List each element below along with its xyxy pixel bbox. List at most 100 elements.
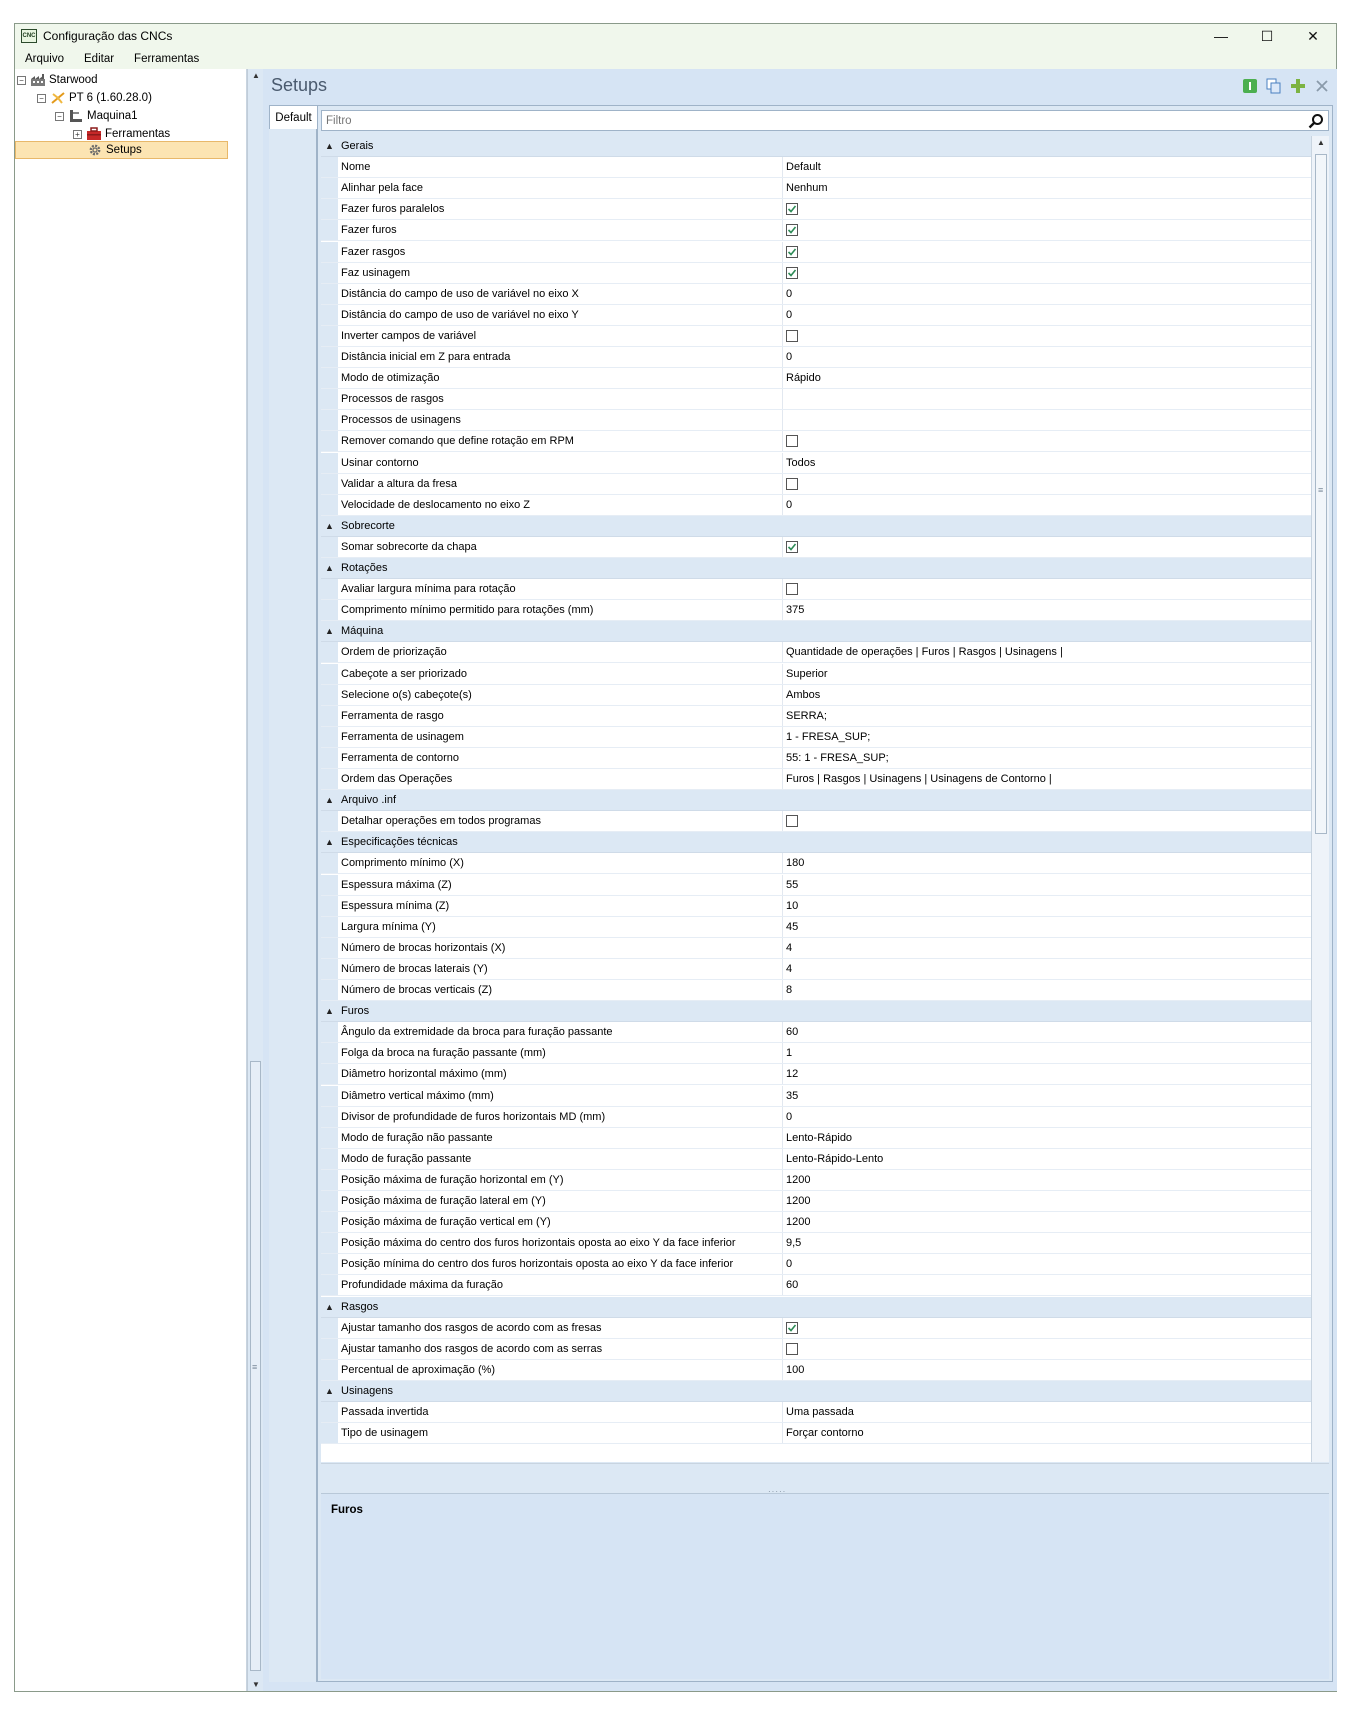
property-value[interactable]: 1 <box>783 1043 1311 1063</box>
category-header[interactable]: ▲ Furos <box>321 1001 1311 1023</box>
property-row[interactable]: Ângulo da extremidade da broca para fura… <box>321 1022 1311 1044</box>
property-row[interactable]: Diâmetro vertical máximo (mm) 35 <box>321 1085 1311 1107</box>
property-row[interactable]: Distância do campo de uso de variável no… <box>321 283 1311 305</box>
property-row[interactable]: Folga da broca na furação passante (mm) 1 <box>321 1043 1311 1065</box>
property-value[interactable]: 10 <box>783 896 1311 916</box>
tree-item-pt6[interactable]: − PT 6 (1.60.28.0) <box>37 89 152 107</box>
property-row[interactable]: Ordem das Operações Furos | Rasgos | Usin… <box>321 769 1311 790</box>
property-value[interactable]: Default <box>783 157 1311 177</box>
property-row[interactable]: Número de brocas laterais (Y) 4 <box>321 958 1311 980</box>
property-value[interactable]: 9,5 <box>783 1233 1311 1253</box>
collapse-caret-icon[interactable]: ▲ <box>321 1006 338 1016</box>
property-value[interactable]: SERRA; <box>783 706 1311 726</box>
checkbox-checked-icon[interactable] <box>786 540 798 553</box>
category-header[interactable]: ▲ Arquivo .inf <box>321 790 1311 812</box>
property-value-checkbox[interactable] <box>783 1339 1311 1359</box>
property-value[interactable]: 0 <box>783 1254 1311 1274</box>
property-row[interactable]: Cabeçote a ser priorizado Superior <box>321 663 1311 685</box>
property-row[interactable]: Ferramenta de rasgo SERRA; <box>321 705 1311 727</box>
property-row[interactable]: Fazer furos paralelos <box>321 199 1311 221</box>
collapse-caret-icon[interactable]: ▲ <box>321 521 338 531</box>
menu-ferramentas[interactable]: Ferramentas <box>124 53 209 65</box>
property-value[interactable]: 4 <box>783 959 1311 979</box>
tree-item-setups[interactable]: Setups <box>15 141 228 159</box>
property-value[interactable]: 0 <box>783 495 1311 515</box>
property-row[interactable]: Posição máxima de furação horizontal em … <box>321 1169 1311 1191</box>
property-value-checkbox[interactable] <box>783 579 1311 599</box>
property-row[interactable]: Número de brocas verticais (Z) 8 <box>321 980 1311 1001</box>
property-row[interactable]: Espessura mínima (Z) 10 <box>321 895 1311 917</box>
property-row[interactable]: Faz usinagem <box>321 262 1311 284</box>
property-row[interactable]: Processos de rasgos <box>321 389 1311 411</box>
property-row[interactable]: Posição mínima do centro dos furos horiz… <box>321 1254 1311 1276</box>
tree-scrollbar[interactable]: ▲ ≡ ▼ <box>247 69 263 1691</box>
filter-input[interactable] <box>322 114 1302 127</box>
checkbox-checked-icon[interactable] <box>786 245 798 258</box>
property-value[interactable]: 1200 <box>783 1191 1311 1211</box>
checkbox-unchecked-icon[interactable] <box>786 815 798 828</box>
scroll-up-icon[interactable]: ▲ <box>1317 138 1325 147</box>
property-value[interactable]: 0 <box>783 284 1311 304</box>
property-row[interactable]: Validar a altura da fresa <box>321 473 1311 495</box>
property-row[interactable]: Processos de usinagens <box>321 410 1311 432</box>
search-icon[interactable] <box>1308 113 1324 129</box>
property-value-checkbox[interactable] <box>783 474 1311 494</box>
checkbox-unchecked-icon[interactable] <box>786 583 798 596</box>
property-value[interactable]: 55: 1 - FRESA_SUP; <box>783 748 1311 768</box>
property-value-checkbox[interactable] <box>783 263 1311 283</box>
property-value[interactable]: Ambos <box>783 685 1311 705</box>
property-row[interactable]: Passada invertida Uma passada <box>321 1402 1311 1423</box>
property-row[interactable]: Percentual de aproximação (%) 100 <box>321 1359 1311 1381</box>
property-row[interactable]: Ordem de priorização Quantidade de operaç… <box>321 642 1311 664</box>
property-row[interactable]: Distância do campo de uso de variável no… <box>321 304 1311 326</box>
property-value[interactable]: 375 <box>783 600 1311 620</box>
collapse-caret-icon[interactable]: ▲ <box>321 626 338 636</box>
expand-icon[interactable]: + <box>73 129 82 139</box>
category-header[interactable]: ▲ Sobrecorte <box>321 515 1311 537</box>
add-icon[interactable] <box>1289 77 1307 95</box>
collapse-icon[interactable]: − <box>55 111 64 121</box>
property-value[interactable] <box>783 410 1311 430</box>
property-value[interactable]: 8 <box>783 980 1311 1000</box>
property-row[interactable]: Posição máxima de furação lateral em (Y)… <box>321 1191 1311 1212</box>
checkbox-checked-icon[interactable] <box>786 266 798 279</box>
property-value-checkbox[interactable] <box>783 1318 1311 1338</box>
property-value[interactable]: Nenhum <box>783 178 1311 198</box>
property-row[interactable]: Detalhar operações em todos programas <box>321 811 1311 833</box>
property-value[interactable]: 4 <box>783 938 1311 958</box>
property-value[interactable]: 100 <box>783 1360 1311 1380</box>
property-value[interactable]: 0 <box>783 347 1311 367</box>
property-value[interactable]: Todos <box>783 453 1311 473</box>
property-value[interactable]: Superior <box>783 664 1311 684</box>
checkbox-checked-icon[interactable] <box>786 203 798 216</box>
property-value-checkbox[interactable] <box>783 220 1311 240</box>
checkbox-checked-icon[interactable] <box>786 1321 798 1334</box>
property-row[interactable]: Usinar contorno Todos <box>321 452 1311 474</box>
collapse-caret-icon[interactable]: ▲ <box>321 141 338 151</box>
property-row[interactable]: Tipo de usinagem Forçar contorno <box>321 1423 1311 1445</box>
property-row[interactable]: Somar sobrecorte da chapa <box>321 536 1311 558</box>
property-row[interactable]: Avaliar largura mínima para rotação <box>321 579 1311 601</box>
property-value[interactable]: 12 <box>783 1064 1311 1084</box>
maximize-button[interactable]: ☐ <box>1244 24 1290 48</box>
property-row[interactable]: Divisor de profundidade de furos horizon… <box>321 1106 1311 1128</box>
property-value[interactable]: 180 <box>783 853 1311 873</box>
property-row[interactable]: Velocidade de deslocamento no eixo Z0 <box>321 494 1311 516</box>
property-row[interactable]: Ajustar tamanho dos rasgos de acordo com… <box>321 1338 1311 1360</box>
property-value-checkbox[interactable] <box>783 431 1311 451</box>
property-row[interactable]: Inverter campos de variável <box>321 325 1311 347</box>
property-value[interactable]: Rápido <box>783 368 1311 388</box>
property-row[interactable]: Alinhar pela face Nenhum <box>321 178 1311 200</box>
property-value[interactable]: 35 <box>783 1086 1311 1106</box>
property-row[interactable]: Ferramenta de contorno 55: 1 - FRESA_SUP; <box>321 747 1311 769</box>
property-value[interactable]: 60 <box>783 1275 1311 1295</box>
delete-icon[interactable] <box>1313 77 1331 95</box>
category-header[interactable]: ▲ Gerais <box>321 136 1311 157</box>
property-row[interactable]: Comprimento mínimo permitido para rotaçõ… <box>321 600 1311 622</box>
property-value[interactable]: 1 - FRESA_SUP; <box>783 727 1311 747</box>
property-value[interactable]: 55 <box>783 875 1311 895</box>
property-value-checkbox[interactable] <box>783 242 1311 262</box>
copy-icon[interactable] <box>1265 77 1283 95</box>
property-value[interactable]: 0 <box>783 305 1311 325</box>
property-row[interactable]: Fazer furos <box>321 220 1311 242</box>
